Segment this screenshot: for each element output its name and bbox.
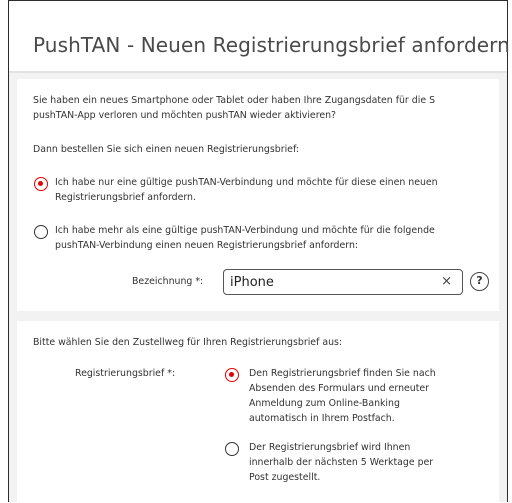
radio-delivery-post[interactable] bbox=[225, 442, 239, 456]
bezeichnung-label: Bezeichnung *: bbox=[132, 274, 203, 289]
intro-text-line2: pushTAN-App verloren und möchten pushTAN… bbox=[33, 110, 337, 121]
option-single-line2: Registrierungsbrief anfordern. bbox=[55, 192, 196, 203]
registrierungsbrief-label: Registrierungsbrief *: bbox=[75, 366, 175, 381]
registrierungsbrief-label-text: Registrierungsbrief bbox=[75, 368, 165, 379]
clear-icon[interactable]: × bbox=[441, 274, 452, 289]
required-marker: *: bbox=[195, 276, 204, 287]
delivery-post-line2: innerhalb der nächsten 5 Werktage per bbox=[249, 457, 434, 468]
option-single-line1: Ich habe nur eine gültige pushTAN-Verbin… bbox=[55, 177, 438, 188]
radio-single-connection[interactable] bbox=[34, 177, 48, 191]
bezeichnung-field[interactable]: × bbox=[223, 269, 463, 295]
intro-text-line1: Sie haben ein neues Smartphone oder Tabl… bbox=[33, 95, 436, 106]
help-icon[interactable]: ? bbox=[470, 272, 489, 291]
dialog-header: PushTAN - Neuen Registrierungsbrief anfo… bbox=[9, 1, 510, 73]
delivery-prompt: Bitte wählen Sie den Zustellweg für Ihre… bbox=[33, 337, 343, 348]
option-multiple-line2: pushTAN-Verbindung einen neuen Registrie… bbox=[55, 240, 359, 251]
delivery-postfach-line4: automatisch in Ihrem Postfach. bbox=[249, 413, 395, 424]
page-title: PushTAN - Neuen Registrierungsbrief anfo… bbox=[33, 33, 510, 57]
radio-delivery-postfach[interactable] bbox=[225, 368, 239, 382]
order-prompt: Dann bestellen Sie sich einen neuen Regi… bbox=[33, 144, 300, 155]
option-multiple-line1: Ich habe mehr als eine gültige pushTAN-V… bbox=[55, 225, 435, 236]
activation-panel: Sie haben ein neues Smartphone oder Tabl… bbox=[17, 79, 499, 311]
delivery-postfach-line3: Anmeldung zum Online-Banking bbox=[249, 398, 400, 409]
bezeichnung-input[interactable] bbox=[230, 273, 420, 291]
radio-multiple-connections[interactable] bbox=[34, 225, 48, 239]
delivery-post-line3: Post zugestellt. bbox=[249, 472, 321, 483]
dialog-frame: PushTAN - Neuen Registrierungsbrief anfo… bbox=[8, 0, 510, 503]
bezeichnung-label-text: Bezeichnung bbox=[132, 276, 193, 287]
delivery-panel: Bitte wählen Sie den Zustellweg für Ihre… bbox=[17, 321, 499, 503]
delivery-postfach-line2: Absenden des Formulars und erneuter bbox=[249, 383, 430, 394]
delivery-postfach-line1: Den Registrierungsbrief finden Sie nach bbox=[249, 368, 436, 379]
delivery-post-line1: Der Registrierungsbrief wird Ihnen bbox=[249, 442, 411, 453]
required-marker: *: bbox=[167, 368, 176, 379]
